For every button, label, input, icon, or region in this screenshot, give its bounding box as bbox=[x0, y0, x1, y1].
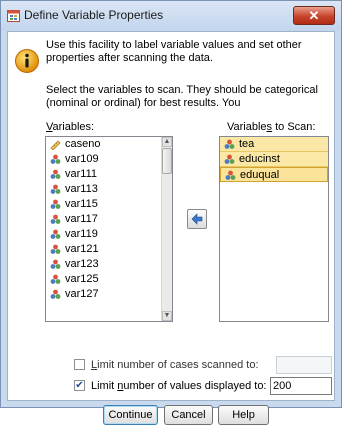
ruler-icon bbox=[50, 139, 61, 151]
list-item-label: var113 bbox=[65, 183, 98, 195]
instructions-text: Select the variables to scan. They shoul… bbox=[46, 84, 318, 109]
info-icon bbox=[15, 49, 39, 73]
nominal-icon bbox=[50, 184, 61, 195]
arrow-right-icon bbox=[191, 213, 203, 225]
limit-cases-input[interactable] bbox=[276, 356, 332, 374]
list-item-label: var111 bbox=[65, 168, 98, 180]
list-item-label: tea bbox=[239, 138, 255, 150]
nominal-icon bbox=[50, 229, 61, 240]
nominal-icon bbox=[50, 244, 61, 255]
limit-values-label[interactable]: Limit number of values displayed to: bbox=[91, 378, 267, 394]
list-item[interactable]: var111 bbox=[46, 167, 172, 182]
scroll-down-icon[interactable]: ▼ bbox=[162, 311, 172, 321]
list-item[interactable]: var113 bbox=[46, 182, 172, 197]
nominal-icon bbox=[50, 154, 61, 165]
scroll-thumb[interactable] bbox=[162, 148, 172, 174]
title-bar[interactable]: Define Variable Properties ✕ bbox=[1, 1, 341, 31]
list-item[interactable]: var117 bbox=[46, 212, 172, 227]
nominal-icon bbox=[50, 259, 61, 270]
list-item-label: var119 bbox=[65, 228, 98, 240]
variables-to-scan-label: Variables to Scan: bbox=[227, 121, 316, 133]
list-item-label: var115 bbox=[65, 198, 98, 210]
info-message: Use this facility to label variable valu… bbox=[46, 39, 302, 64]
list-item-label: caseno bbox=[65, 138, 101, 150]
nominal-icon bbox=[50, 289, 61, 300]
nominal-icon bbox=[224, 139, 235, 150]
limit-values-checkbox[interactable]: ✔ bbox=[74, 380, 85, 391]
variables-scrollbar[interactable]: ▲ ▼ bbox=[161, 137, 172, 321]
limit-cases-checkbox[interactable] bbox=[74, 359, 85, 370]
nominal-icon bbox=[50, 169, 61, 180]
help-button[interactable]: Help bbox=[218, 405, 269, 425]
list-item[interactable]: var121 bbox=[46, 242, 172, 257]
list-item[interactable]: var127 bbox=[46, 287, 172, 302]
limit-cases-label[interactable]: Limit number of cases scanned to: bbox=[91, 357, 259, 373]
dialog-body: Use this facility to label variable valu… bbox=[7, 31, 335, 425]
list-item[interactable]: var125 bbox=[46, 272, 172, 287]
scroll-up-icon[interactable]: ▲ bbox=[162, 137, 172, 147]
close-icon: ✕ bbox=[308, 8, 320, 23]
list-item[interactable]: var119 bbox=[46, 227, 172, 242]
limit-values-input[interactable]: 200 bbox=[270, 377, 332, 395]
continue-button[interactable]: Continue bbox=[103, 405, 158, 425]
variables-label: Variables: bbox=[46, 121, 95, 133]
list-item[interactable]: var123 bbox=[46, 257, 172, 272]
window-title: Define Variable Properties bbox=[24, 8, 164, 22]
close-button[interactable]: ✕ bbox=[293, 6, 335, 25]
nominal-icon bbox=[224, 154, 235, 165]
list-item[interactable]: educinst bbox=[220, 152, 328, 167]
list-item[interactable]: caseno bbox=[46, 137, 172, 152]
app-icon bbox=[7, 10, 20, 22]
list-item[interactable]: var109 bbox=[46, 152, 172, 167]
list-item[interactable]: eduqual bbox=[220, 167, 328, 182]
list-item-label: var121 bbox=[65, 243, 99, 255]
list-item[interactable]: tea bbox=[220, 137, 328, 152]
nominal-icon bbox=[50, 199, 61, 210]
list-item-label: var127 bbox=[65, 288, 99, 300]
move-to-scan-button[interactable] bbox=[187, 209, 207, 229]
cancel-button[interactable]: Cancel bbox=[164, 405, 213, 425]
dialog-window: Define Variable Properties ✕ Use this fa… bbox=[0, 0, 342, 425]
variables-to-scan-listbox[interactable]: tea educinst eduqual bbox=[219, 136, 329, 322]
list-item-label: var123 bbox=[65, 258, 99, 270]
list-item-label: var125 bbox=[65, 273, 99, 285]
variables-listbox[interactable]: caseno var109 var111 var113 var115 var117 var1… bbox=[45, 136, 173, 322]
nominal-icon bbox=[50, 274, 61, 285]
nominal-icon bbox=[225, 170, 236, 181]
list-item-label: var117 bbox=[65, 213, 98, 225]
list-item-label: eduqual bbox=[240, 169, 280, 181]
list-item-label: educinst bbox=[239, 153, 280, 165]
nominal-icon bbox=[50, 214, 61, 225]
list-item-label: var109 bbox=[65, 153, 99, 165]
list-item[interactable]: var115 bbox=[46, 197, 172, 212]
